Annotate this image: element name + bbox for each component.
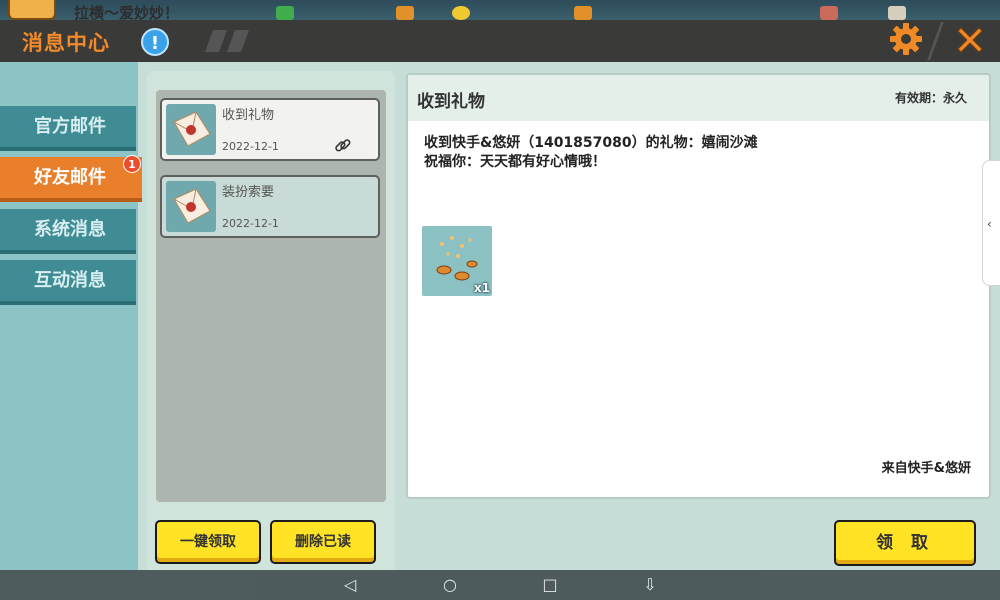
mail-body-line: 祝福你：天天都有好心情哦！ <box>424 154 606 170</box>
gem-icon <box>276 6 294 20</box>
claim-button[interactable]: 领 取 <box>834 520 976 566</box>
mail-list-item[interactable]: 收到礼物 2022-12-1 <box>160 98 380 161</box>
back-button[interactable]: ◁ <box>337 572 363 598</box>
attachment-icon <box>335 139 351 152</box>
download-button[interactable]: ⇩ <box>637 572 663 598</box>
mail-title: 收到礼物 <box>222 108 275 123</box>
sender-label: 来自快手&悠妍 <box>881 461 971 476</box>
tab-label: 官方邮件 <box>34 116 106 137</box>
mail-detail-title: 收到礼物 <box>417 92 485 112</box>
claim-all-button[interactable]: 一键领取 <box>155 520 261 564</box>
background-text: 拉横～爱妙妙！ <box>74 4 180 20</box>
mail-detail-header: 收到礼物 有效期：永久 <box>408 75 989 121</box>
gear-icon <box>890 23 922 55</box>
tab-official-mail[interactable]: 官方邮件 <box>0 106 136 151</box>
chest-icon <box>574 6 592 20</box>
tab-label: 互动消息 <box>34 270 106 291</box>
player-avatar <box>8 0 56 20</box>
mail-date: 2022-12-1 <box>222 217 279 230</box>
close-icon <box>957 27 983 53</box>
game-background-strip: 拉横～爱妙妙！ <box>0 0 1000 20</box>
delete-read-button[interactable]: 删除已读 <box>270 520 376 564</box>
tab-friend-mail[interactable]: 好友邮件 1 <box>0 155 142 202</box>
close-button[interactable] <box>952 22 988 58</box>
mail-body-line: 收到快手&悠妍（1401857080）的礼物：嬉闹沙滩 <box>424 135 758 151</box>
envelope-icon <box>166 181 216 232</box>
gift-quantity: x1 <box>473 281 490 295</box>
side-drawer-handle[interactable]: ‹ <box>982 160 1000 286</box>
tab-label: 系统消息 <box>34 219 106 240</box>
envelope-icon <box>166 104 216 155</box>
recents-button[interactable]: □ <box>537 572 563 598</box>
coin-icon <box>452 6 470 20</box>
header-bar: 消息中心 ! <box>0 20 1000 62</box>
tab-interaction-messages[interactable]: 互动消息 <box>0 260 136 305</box>
mail-title: 装扮索要 <box>222 185 275 200</box>
gift-icon <box>820 6 838 20</box>
info-button[interactable]: ! <box>141 28 169 56</box>
tab-system-messages[interactable]: 系统消息 <box>0 209 136 254</box>
gift-item-slot[interactable]: x1 <box>422 226 492 296</box>
page-title: 消息中心 <box>22 31 110 55</box>
mail-icon <box>888 6 906 20</box>
settings-button[interactable] <box>888 21 924 57</box>
info-icon: ! <box>150 33 160 54</box>
validity-label: 有效期：永久 <box>894 91 967 105</box>
mail-list-item[interactable]: 装扮索要 2022-12-1 <box>160 175 380 238</box>
system-navigation-bar: ◁ ○ □ ⇩ <box>0 570 1000 600</box>
header-stripe-decoration <box>205 30 249 52</box>
mail-detail-panel: 收到礼物 有效期：永久 收到快手&悠妍（1401857080）的礼物：嬉闹沙滩 … <box>406 73 991 499</box>
unread-badge: 1 <box>123 155 141 173</box>
tab-label: 好友邮件 <box>34 167 106 188</box>
chest-icon <box>396 6 414 20</box>
mail-date: 2022-12-1 <box>222 140 279 153</box>
home-button[interactable]: ○ <box>437 572 463 598</box>
chevron-left-icon: ‹ <box>987 217 992 231</box>
